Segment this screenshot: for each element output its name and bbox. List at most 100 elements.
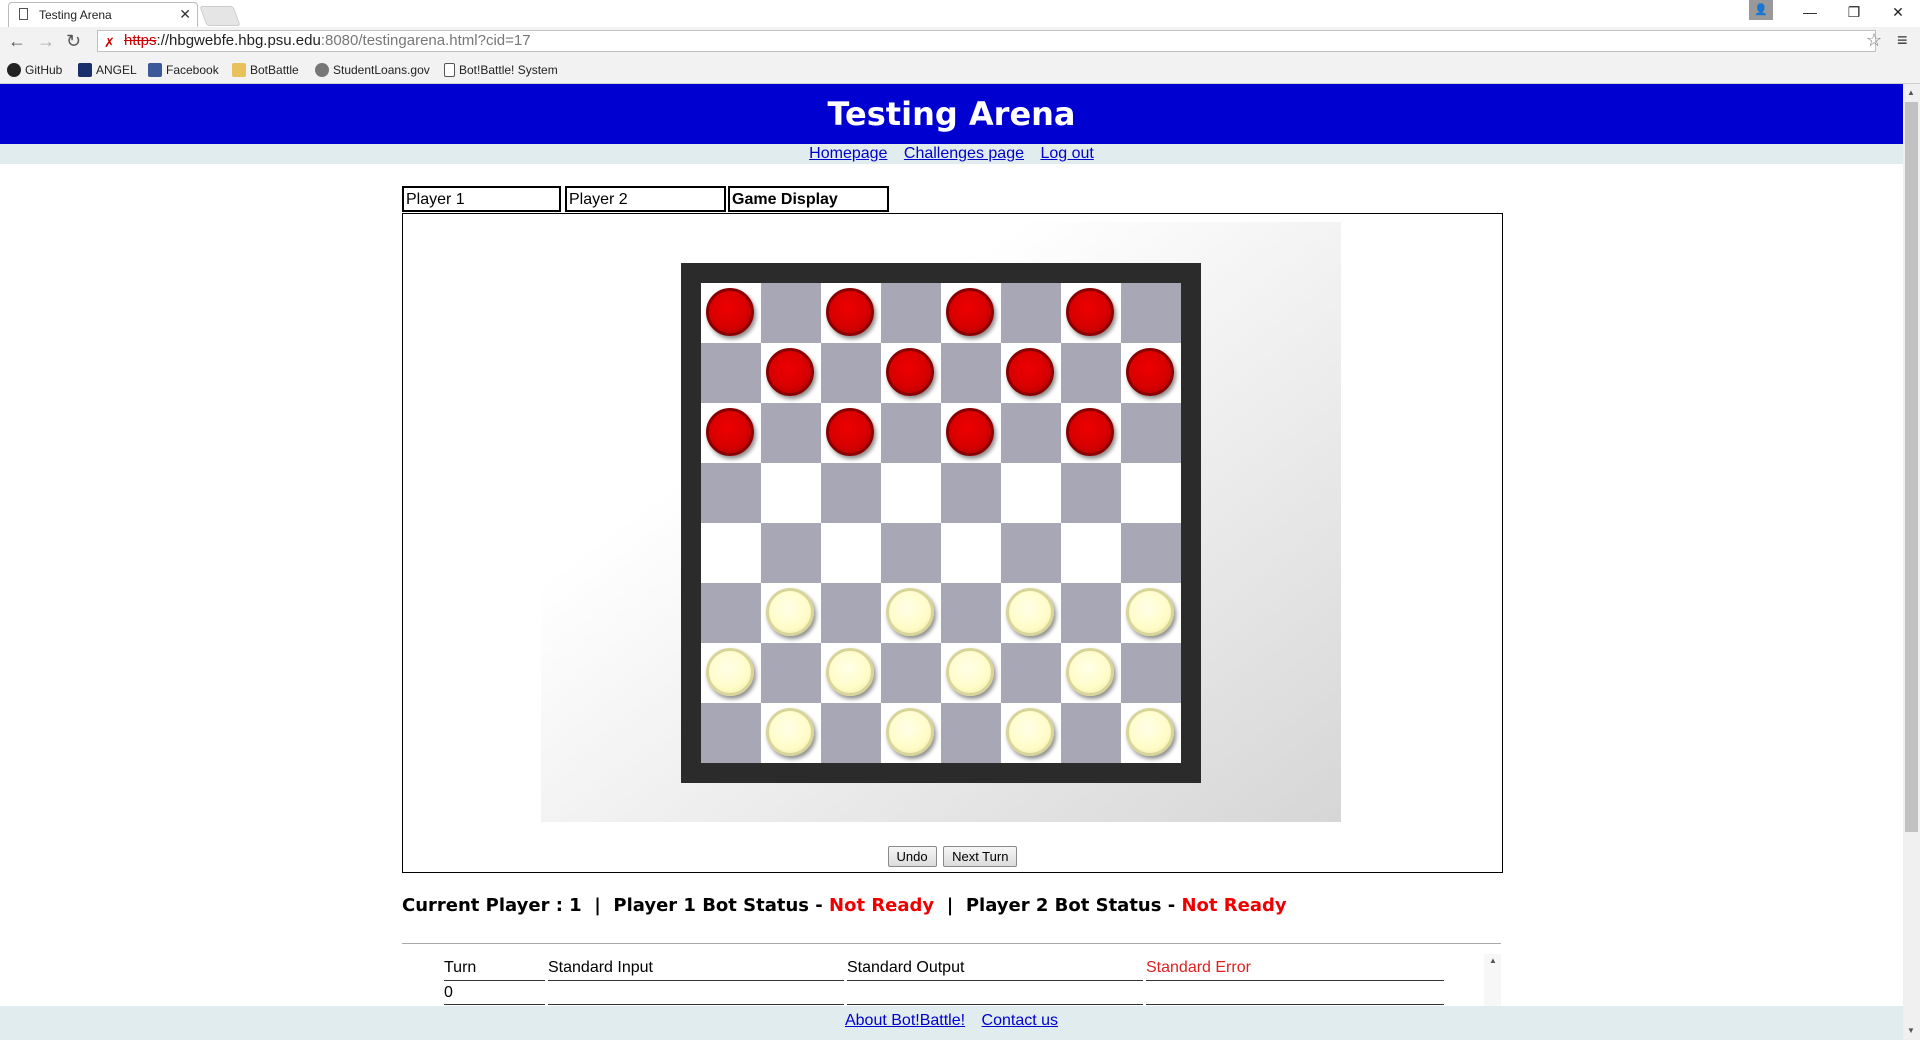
bookmark-github[interactable]: GitHub: [7, 63, 62, 77]
board-square[interactable]: [881, 403, 941, 463]
red-checker-piece[interactable]: [706, 408, 754, 456]
board-square[interactable]: [1001, 403, 1061, 463]
white-checker-piece[interactable]: [886, 708, 934, 756]
board-square[interactable]: [941, 343, 1001, 403]
restore-icon[interactable]: ❐: [1832, 0, 1876, 24]
board-square[interactable]: [1061, 583, 1121, 643]
board-square[interactable]: [821, 703, 881, 763]
board-square[interactable]: [1001, 583, 1061, 643]
white-checker-piece[interactable]: [766, 708, 814, 756]
board-square[interactable]: [941, 523, 1001, 583]
board-square[interactable]: [821, 583, 881, 643]
board-square[interactable]: [701, 403, 761, 463]
board-square[interactable]: [1001, 283, 1061, 343]
board-square[interactable]: [1121, 403, 1181, 463]
red-checker-piece[interactable]: [1126, 348, 1174, 396]
bookmark-studentloans[interactable]: StudentLoans.gov: [315, 63, 430, 77]
white-checker-piece[interactable]: [1126, 588, 1174, 636]
next-turn-button[interactable]: Next Turn: [943, 846, 1018, 867]
tab-player-1[interactable]: Player 1: [402, 186, 561, 212]
browser-menu-icon[interactable]: ≡: [1897, 30, 1908, 51]
scroll-down-icon[interactable]: ▼: [1907, 1026, 1915, 1035]
board-square[interactable]: [881, 523, 941, 583]
browser-tab[interactable]: Testing Arena ✕: [8, 2, 198, 27]
close-window-icon[interactable]: ✕: [1876, 0, 1920, 24]
board-square[interactable]: [701, 343, 761, 403]
red-checker-piece[interactable]: [1066, 288, 1114, 336]
board-square[interactable]: [701, 463, 761, 523]
board-square[interactable]: [701, 283, 761, 343]
board-square[interactable]: [821, 403, 881, 463]
board-square[interactable]: [881, 463, 941, 523]
address-bar[interactable]: ✗ https://hbgwebfe.hbg.psu.edu:8080/test…: [97, 30, 1876, 52]
board-square[interactable]: [821, 643, 881, 703]
board-square[interactable]: [1121, 523, 1181, 583]
white-checker-piece[interactable]: [766, 588, 814, 636]
logout-link[interactable]: Log out: [1040, 145, 1093, 162]
board-square[interactable]: [1061, 283, 1121, 343]
page-scrollbar[interactable]: ▲ ▼: [1903, 84, 1920, 1040]
red-checker-piece[interactable]: [946, 408, 994, 456]
white-checker-piece[interactable]: [886, 588, 934, 636]
close-tab-icon[interactable]: ✕: [179, 6, 191, 23]
board-square[interactable]: [1001, 523, 1061, 583]
board-square[interactable]: [761, 703, 821, 763]
board-square[interactable]: [881, 583, 941, 643]
board-square[interactable]: [701, 583, 761, 643]
board-square[interactable]: [1061, 343, 1121, 403]
board-square[interactable]: [1061, 403, 1121, 463]
red-checker-piece[interactable]: [766, 348, 814, 396]
new-tab-button[interactable]: [199, 6, 241, 26]
board-square[interactable]: [821, 523, 881, 583]
board-square[interactable]: [761, 643, 821, 703]
forward-icon[interactable]: →: [37, 31, 55, 52]
board-square[interactable]: [941, 403, 1001, 463]
board-square[interactable]: [1001, 463, 1061, 523]
tab-player-2[interactable]: Player 2: [565, 186, 726, 212]
bookmark-botbattle-system[interactable]: Bot!Battle! System: [444, 63, 558, 77]
back-icon[interactable]: ←: [8, 31, 26, 52]
board-square[interactable]: [881, 343, 941, 403]
red-checker-piece[interactable]: [706, 288, 754, 336]
scrollbar-thumb[interactable]: [1905, 102, 1918, 832]
board-square[interactable]: [761, 583, 821, 643]
board-square[interactable]: [761, 283, 821, 343]
insecure-lock-icon[interactable]: ✗: [104, 33, 115, 53]
board-square[interactable]: [701, 523, 761, 583]
board-square[interactable]: [761, 343, 821, 403]
bookmark-star-icon[interactable]: ☆: [1866, 30, 1882, 51]
undo-button[interactable]: Undo: [887, 846, 937, 867]
white-checker-piece[interactable]: [1006, 708, 1054, 756]
about-link[interactable]: About Bot!Battle!: [845, 1012, 965, 1029]
board-square[interactable]: [1061, 643, 1121, 703]
board-square[interactable]: [761, 463, 821, 523]
board-square[interactable]: [1001, 343, 1061, 403]
board-square[interactable]: [1001, 643, 1061, 703]
board-square[interactable]: [941, 643, 1001, 703]
white-checker-piece[interactable]: [946, 648, 994, 696]
scroll-up-icon[interactable]: ▲: [1907, 88, 1915, 97]
board-square[interactable]: [1121, 703, 1181, 763]
board-square[interactable]: [701, 703, 761, 763]
board-square[interactable]: [1121, 283, 1181, 343]
red-checker-piece[interactable]: [826, 288, 874, 336]
red-checker-piece[interactable]: [826, 408, 874, 456]
white-checker-piece[interactable]: [1006, 588, 1054, 636]
white-checker-piece[interactable]: [706, 648, 754, 696]
board-square[interactable]: [1121, 583, 1181, 643]
challenges-link[interactable]: Challenges page: [904, 145, 1024, 162]
board-square[interactable]: [1121, 643, 1181, 703]
board-square[interactable]: [821, 343, 881, 403]
bookmark-facebook[interactable]: Facebook: [148, 63, 219, 77]
red-checker-piece[interactable]: [1066, 408, 1114, 456]
board-square[interactable]: [761, 523, 821, 583]
board-square[interactable]: [881, 643, 941, 703]
white-checker-piece[interactable]: [826, 648, 874, 696]
board-square[interactable]: [701, 643, 761, 703]
board-square[interactable]: [941, 583, 1001, 643]
board-square[interactable]: [1001, 703, 1061, 763]
board-square[interactable]: [881, 283, 941, 343]
red-checker-piece[interactable]: [946, 288, 994, 336]
minimize-icon[interactable]: —: [1788, 0, 1832, 24]
board-square[interactable]: [941, 283, 1001, 343]
